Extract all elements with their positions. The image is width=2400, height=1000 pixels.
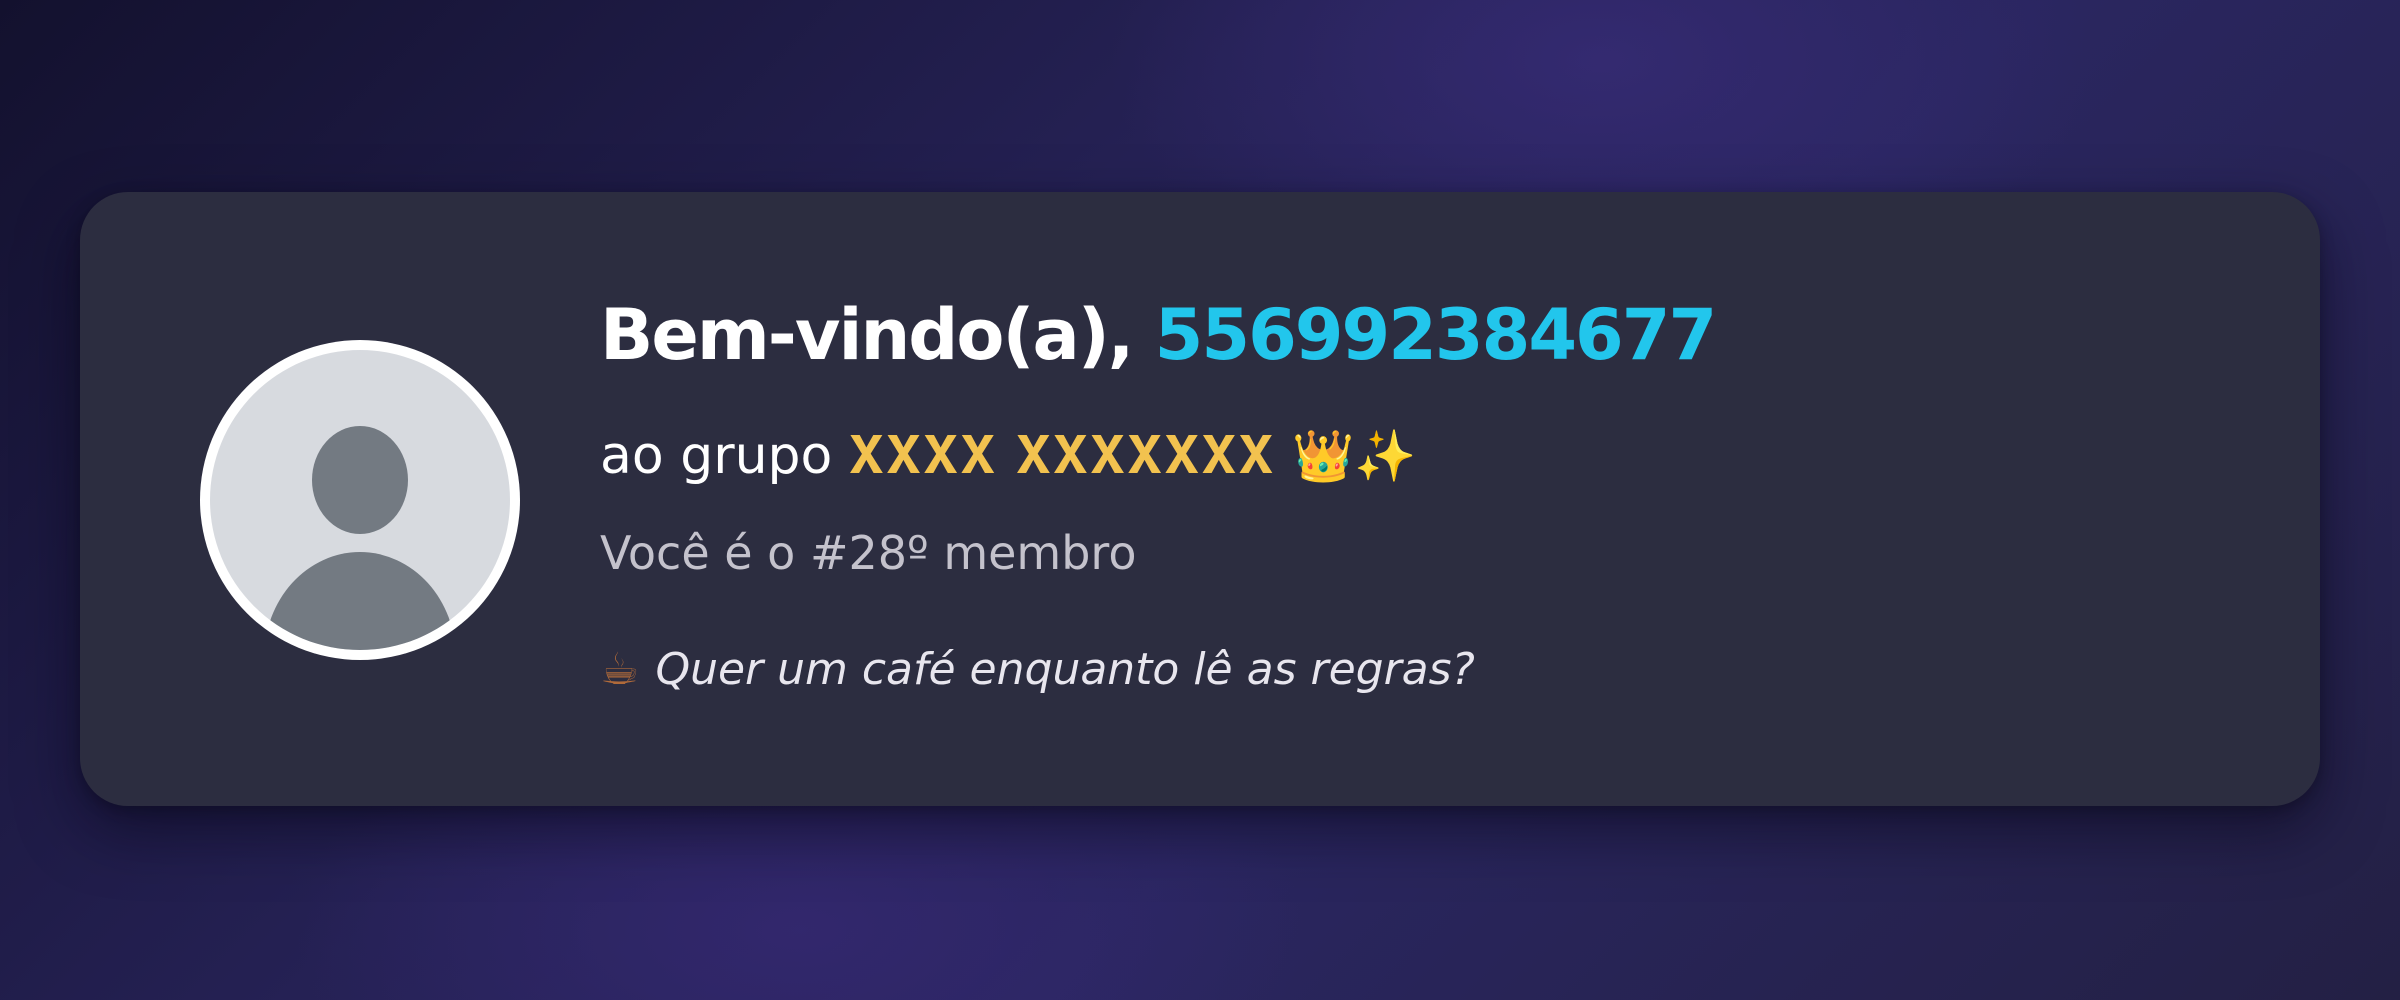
sparkles-icon: ✨ (1354, 427, 1417, 485)
welcome-title: Bem-vindo(a), 556992384677 (600, 300, 1717, 370)
username: 556992384677 (1154, 294, 1717, 376)
tip-text: Quer um café enquanto lê as regras? (655, 644, 1475, 695)
greeting-label: Bem-vindo(a), (600, 294, 1134, 376)
tip-line: ☕ Quer um café enquanto lê as regras? (600, 648, 1475, 692)
group-line: ao grupo 𝐗𝐗𝐗𝐗 𝐗𝐗𝐗𝐗𝐗𝐗𝐗 👑✨ (600, 430, 1417, 482)
member-count-text: Você é o #28º membro (600, 526, 1137, 580)
welcome-card: Bem-vindo(a), 556992384677 ao grupo 𝐗𝐗𝐗𝐗… (80, 192, 2320, 806)
default-user-avatar-icon (210, 350, 510, 650)
avatar (200, 340, 520, 660)
crown-icon: 👑 (1292, 427, 1355, 485)
coffee-icon: ☕ (600, 644, 640, 695)
group-prefix: ao grupo (600, 426, 833, 486)
group-name: 𝐗𝐗𝐗𝐗 𝐗𝐗𝐗𝐗𝐗𝐗𝐗 (848, 426, 1276, 486)
